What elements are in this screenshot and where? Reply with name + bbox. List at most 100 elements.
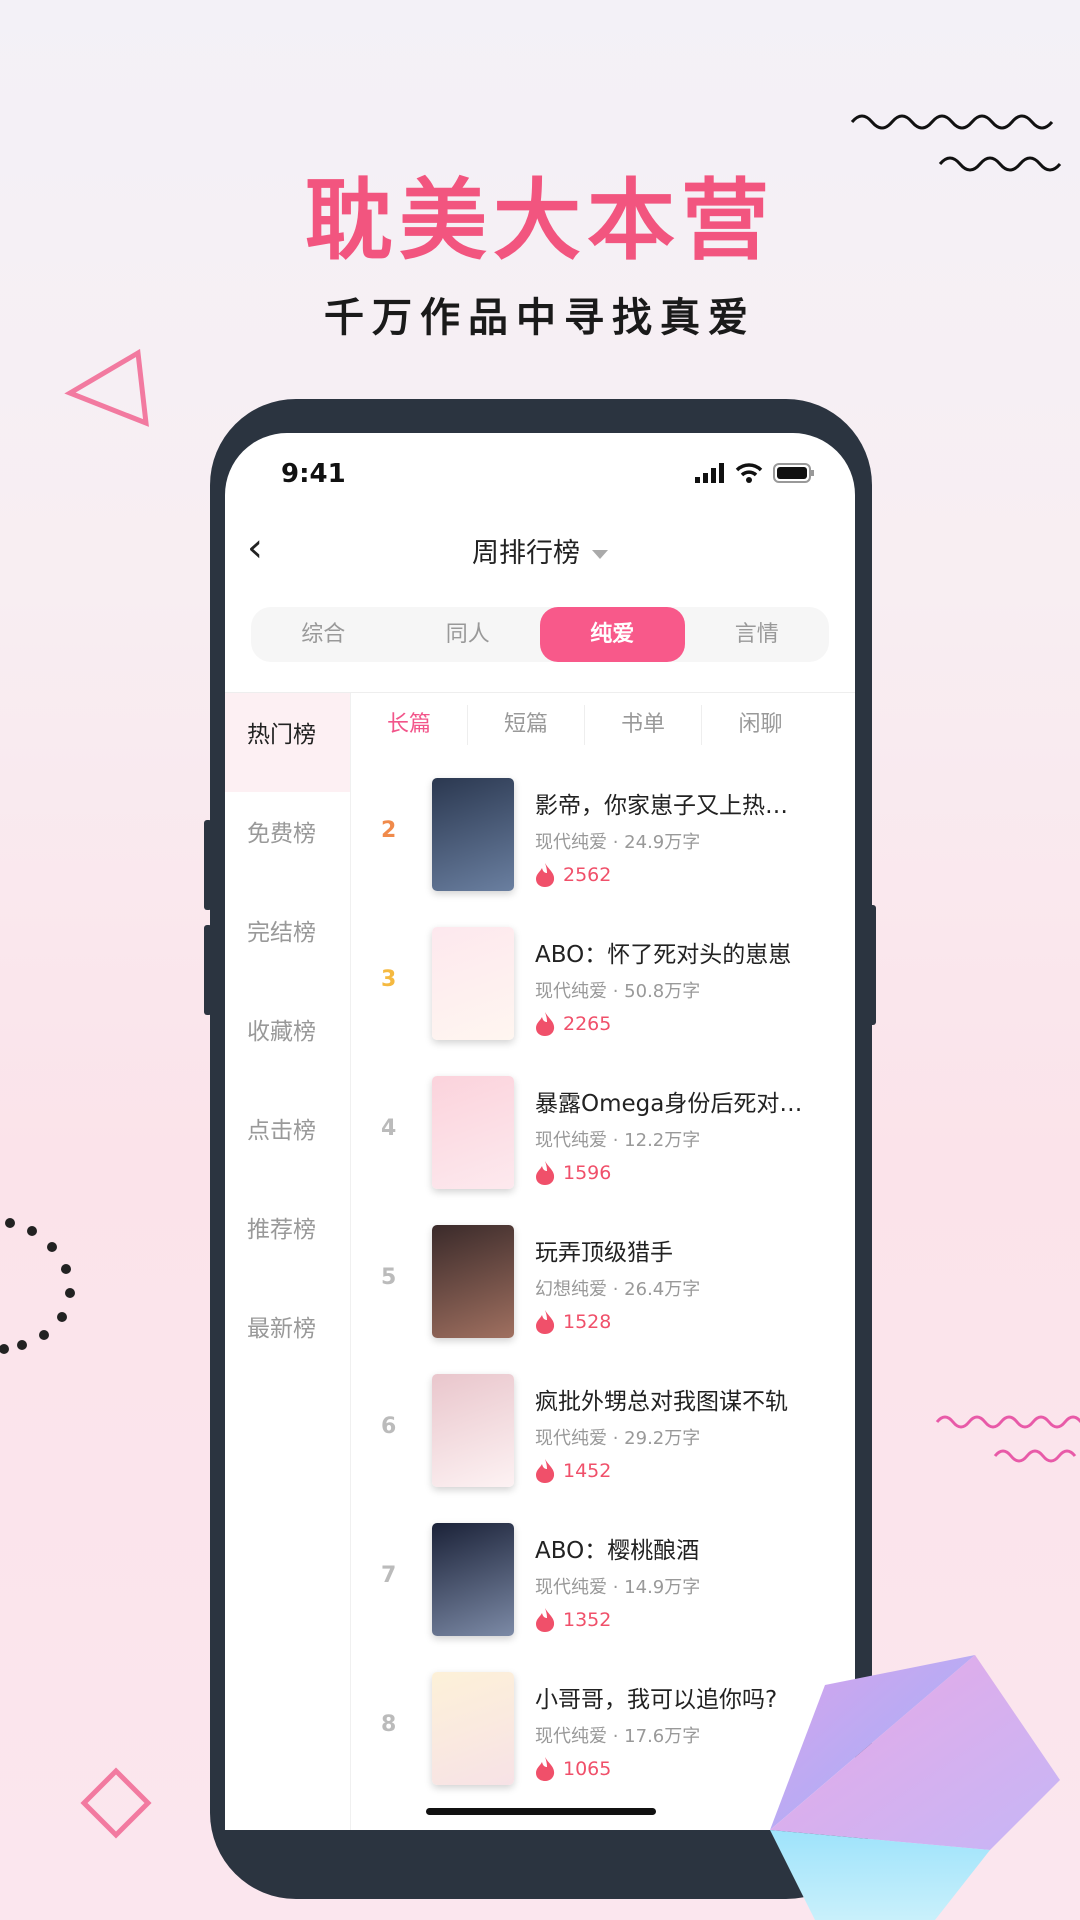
- book-title[interactable]: 玩弄顶级猎手: [535, 1233, 835, 1267]
- book-title[interactable]: 疯批外甥总对我图谋不轨: [535, 1382, 835, 1416]
- book-cover[interactable]: [432, 778, 514, 891]
- heat-value: 1452: [563, 1460, 612, 1482]
- subtab[interactable]: 长篇: [351, 705, 468, 745]
- ranking-sidebar: 热门榜 免费榜 完结榜 收藏榜 点击榜 推荐榜 最新榜: [225, 693, 351, 1830]
- status-icons: [695, 463, 815, 483]
- book-word-count: 50.8万字: [624, 981, 701, 1002]
- fire-icon: [536, 1161, 555, 1185]
- home-indicator[interactable]: [426, 1808, 656, 1815]
- subtab[interactable]: 短篇: [468, 705, 585, 745]
- book-cover[interactable]: [432, 927, 514, 1040]
- triangle-decoration-icon: [64, 348, 149, 427]
- sidebar-item[interactable]: 热门榜: [225, 693, 350, 792]
- book-cover[interactable]: [432, 1672, 514, 1785]
- book-cover[interactable]: [432, 1225, 514, 1338]
- subtab[interactable]: 闲聊: [702, 705, 819, 745]
- book-meta: 现代纯爱 · 29.2万字: [535, 1428, 701, 1449]
- heat-value: 1596: [563, 1162, 612, 1184]
- book-word-count: 14.9万字: [624, 1577, 701, 1598]
- length-subtabs: 长篇 短篇 书单 闲聊: [351, 705, 855, 745]
- book-row[interactable]: 6 疯批外甥总对我图谋不轨 现代纯爱 · 29.2万字 1452: [351, 1374, 855, 1523]
- book-cover[interactable]: [432, 1076, 514, 1189]
- fire-icon: [536, 1012, 555, 1036]
- pink-zigzag-decoration-icon: [935, 1415, 1080, 1463]
- fire-icon: [536, 1757, 555, 1781]
- book-meta: 现代纯爱 · 24.9万字: [535, 832, 701, 853]
- book-title[interactable]: ABO：怀了死对头的崽崽: [535, 935, 835, 969]
- category-segmented-control: 综合 同人 纯爱 言情: [251, 607, 829, 662]
- heat-value: 2265: [563, 1013, 612, 1035]
- book-genre: 现代纯爱: [535, 1577, 607, 1598]
- book-genre: 幻想纯爱: [535, 1279, 607, 1300]
- ranking-period-dropdown[interactable]: 周排行榜: [225, 531, 855, 570]
- book-meta: 现代纯爱 · 12.2万字: [535, 1130, 701, 1151]
- heat-value: 2562: [563, 864, 612, 886]
- book-row[interactable]: 7 ABO：樱桃酿酒 现代纯爱 · 14.9万字 1352: [351, 1523, 855, 1672]
- book-heat: 1352: [535, 1607, 611, 1633]
- rank-number: 8: [381, 1712, 397, 1737]
- category-tab[interactable]: 言情: [685, 607, 830, 662]
- wifi-icon: [735, 463, 763, 483]
- page-title: 周排行榜: [472, 538, 580, 569]
- book-genre: 现代纯爱: [535, 1428, 607, 1449]
- rank-number: 7: [381, 1563, 397, 1588]
- heat-value: 1065: [563, 1758, 612, 1780]
- category-tab[interactable]: 综合: [251, 607, 396, 662]
- book-heat: 1528: [535, 1309, 611, 1335]
- book-title[interactable]: 影帝，你家崽子又上热…: [535, 786, 835, 820]
- book-cover[interactable]: [432, 1374, 514, 1487]
- rank-number: 5: [381, 1265, 397, 1290]
- rank-number: 4: [381, 1116, 397, 1141]
- sidebar-item[interactable]: 免费榜: [225, 792, 350, 891]
- book-title[interactable]: 暴露Omega身份后死对…: [535, 1084, 835, 1118]
- heat-value: 1528: [563, 1311, 612, 1333]
- book-genre: 现代纯爱: [535, 832, 607, 853]
- sidebar-item[interactable]: 最新榜: [225, 1287, 350, 1386]
- fire-icon: [536, 863, 555, 887]
- sidebar-item[interactable]: 推荐榜: [225, 1188, 350, 1287]
- book-title[interactable]: ABO：樱桃酿酒: [535, 1531, 835, 1565]
- dotted-arc-decoration-icon: [0, 1218, 75, 1354]
- book-meta: 幻想纯爱 · 26.4万字: [535, 1279, 701, 1300]
- fire-icon: [536, 1459, 555, 1483]
- book-word-count: 26.4万字: [624, 1279, 701, 1300]
- book-meta: 现代纯爱 · 17.6万字: [535, 1726, 701, 1747]
- book-cover[interactable]: [432, 1523, 514, 1636]
- book-heat: 2265: [535, 1011, 611, 1037]
- zigzag-decoration-icon: [850, 114, 1062, 172]
- signal-icon: [695, 463, 724, 483]
- book-genre: 现代纯爱: [535, 981, 607, 1002]
- status-time: 9:41: [281, 459, 346, 489]
- book-row[interactable]: 2 影帝，你家崽子又上热… 现代纯爱 · 24.9万字 2562: [351, 778, 855, 927]
- book-word-count: 17.6万字: [624, 1726, 701, 1747]
- book-word-count: 29.2万字: [624, 1428, 701, 1449]
- book-row[interactable]: 4 暴露Omega身份后死对… 现代纯爱 · 12.2万字 1596: [351, 1076, 855, 1225]
- book-heat: 1065: [535, 1756, 611, 1782]
- cube-decoration-icon: [770, 1655, 1060, 1920]
- book-row[interactable]: 3 ABO：怀了死对头的崽崽 现代纯爱 · 50.8万字 2265: [351, 927, 855, 1076]
- sidebar-item[interactable]: 完结榜: [225, 891, 350, 990]
- heat-value: 1352: [563, 1609, 612, 1631]
- diamond-decoration-icon: [80, 1767, 152, 1839]
- book-meta: 现代纯爱 · 14.9万字: [535, 1577, 701, 1598]
- book-word-count: 24.9万字: [624, 832, 701, 853]
- book-genre: 现代纯爱: [535, 1130, 607, 1151]
- book-genre: 现代纯爱: [535, 1726, 607, 1747]
- sidebar-item[interactable]: 收藏榜: [225, 990, 350, 1089]
- book-heat: 1452: [535, 1458, 611, 1484]
- category-tab[interactable]: 同人: [396, 607, 541, 662]
- fire-icon: [536, 1608, 555, 1632]
- battery-icon: [773, 463, 814, 483]
- phone-screen: 9:41 ‹ 周排行榜 综合 同人 纯爱 言情 热门榜 免费榜 完结榜 收藏榜 …: [225, 433, 855, 1830]
- sidebar-item[interactable]: 点击榜: [225, 1089, 350, 1188]
- book-row[interactable]: 5 玩弄顶级猎手 幻想纯爱 · 26.4万字 1528: [351, 1225, 855, 1374]
- fire-icon: [536, 1310, 555, 1334]
- rank-number: 3: [381, 967, 397, 992]
- book-heat: 2562: [535, 862, 611, 888]
- book-word-count: 12.2万字: [624, 1130, 701, 1151]
- subtab[interactable]: 书单: [585, 705, 702, 745]
- book-heat: 1596: [535, 1160, 611, 1186]
- book-meta: 现代纯爱 · 50.8万字: [535, 981, 701, 1002]
- category-tab-active[interactable]: 纯爱: [540, 607, 685, 662]
- rank-number: 2: [381, 818, 397, 843]
